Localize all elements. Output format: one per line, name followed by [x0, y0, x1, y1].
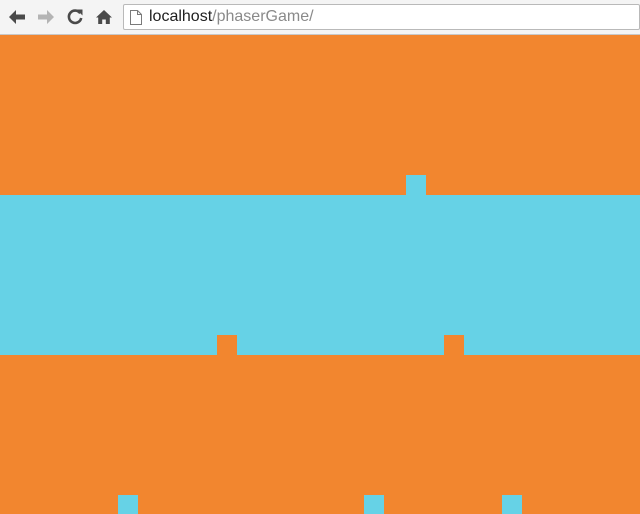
game-block: [502, 495, 522, 514]
url-path: /phaserGame/: [212, 8, 314, 25]
game-block: [217, 335, 237, 355]
game-block: [406, 175, 426, 195]
back-arrow-icon: [9, 10, 25, 24]
ground-band: [0, 355, 640, 514]
game-canvas[interactable]: [0, 35, 640, 514]
page-icon: [130, 9, 142, 25]
forward-button[interactable]: [34, 5, 58, 29]
back-button[interactable]: [5, 5, 29, 29]
address-bar[interactable]: localhost/phaserGame/: [123, 4, 640, 30]
game-block: [444, 335, 464, 355]
reload-icon: [67, 9, 83, 25]
home-button[interactable]: [92, 5, 116, 29]
home-icon: [96, 10, 112, 24]
forward-arrow-icon: [38, 10, 54, 24]
ground-band: [0, 35, 640, 195]
address-url: localhost/phaserGame/: [149, 5, 314, 29]
reload-button[interactable]: [63, 5, 87, 29]
game-block: [364, 495, 384, 514]
browser-toolbar: localhost/phaserGame/: [0, 0, 640, 35]
ground-band: [0, 195, 640, 355]
game-block: [118, 495, 138, 514]
url-host: localhost: [149, 8, 213, 25]
